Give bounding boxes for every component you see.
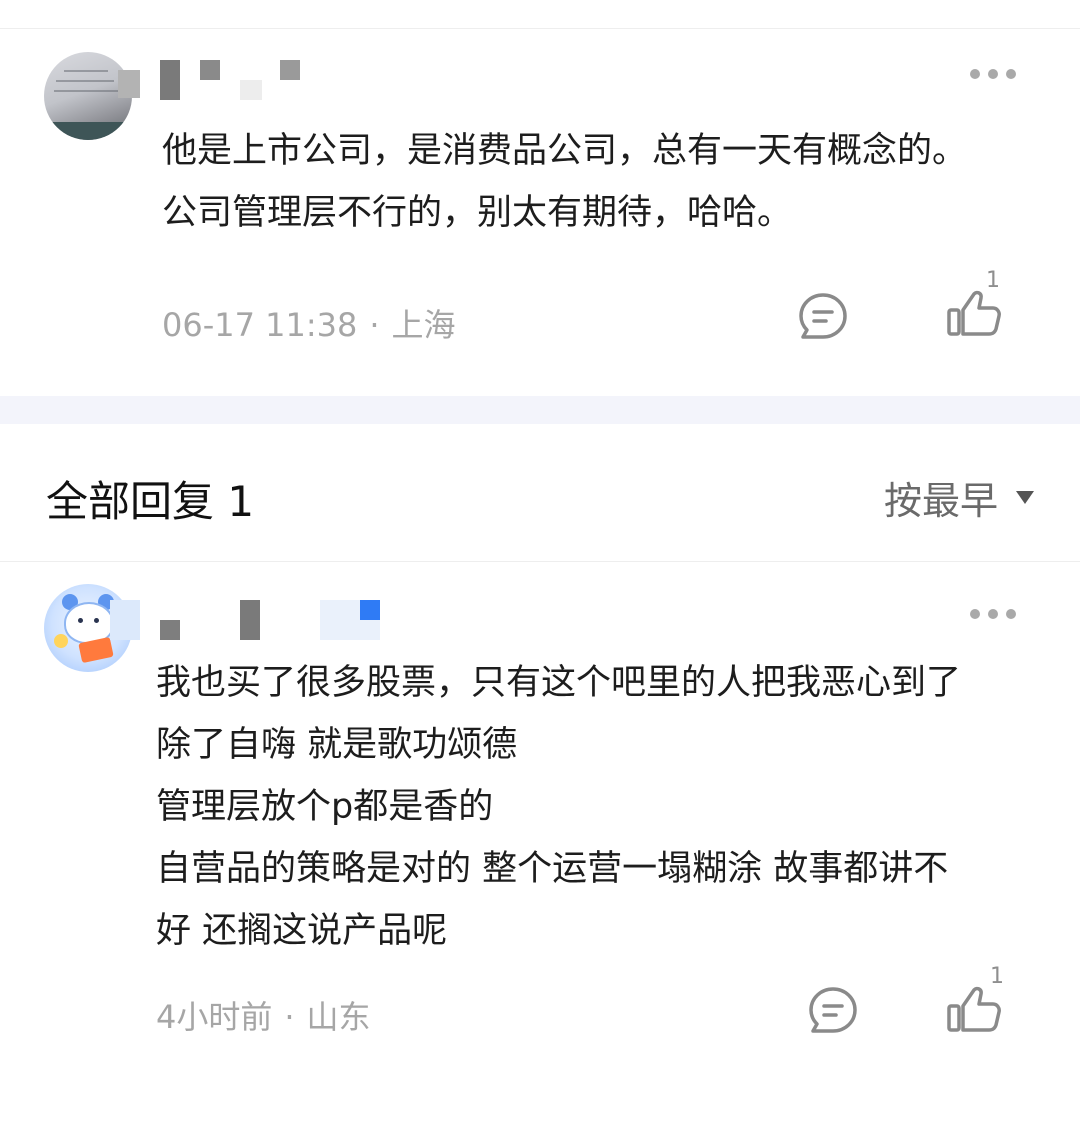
meta-separator: · [369, 306, 380, 344]
more-dots-icon [970, 69, 980, 79]
bear-eye [78, 618, 83, 623]
comment-bubble-icon [799, 293, 847, 339]
reply-button[interactable] [808, 986, 858, 1040]
header-divider [0, 561, 1080, 562]
bear-eye [94, 618, 99, 623]
comment-meta: 06-17 11:38 · 上海 [162, 300, 456, 346]
meta-separator: · [284, 998, 295, 1036]
coin-icon [54, 634, 68, 648]
like-count: 1 [986, 268, 1000, 293]
thumbs-up-icon [947, 986, 1001, 1032]
reply-time: 4小时前 [156, 998, 273, 1036]
comment-line: 公司管理层不行的，别太有期待，哈哈。 [162, 193, 793, 233]
like-count: 1 [990, 964, 1004, 989]
comment-time: 06-17 11:38 [162, 306, 358, 344]
sort-dropdown[interactable]: 按最早 [884, 470, 1035, 525]
more-options-button[interactable] [970, 604, 1016, 624]
reply-line: 好 还搁这说产品呢 [156, 911, 448, 951]
sort-label: 按最早 [884, 479, 999, 523]
reply-text: 我也买了很多股票，只有这个吧里的人把我恶心到了 除了自嗨 就是歌功颂德 管理层放… [156, 652, 961, 962]
section-divider [0, 396, 1080, 424]
comment-location: 上海 [391, 306, 456, 344]
more-dots-icon [970, 609, 980, 619]
reply-button[interactable] [798, 292, 848, 346]
comment-text: 他是上市公司，是消费品公司，总有一天有概念的。 公司管理层不行的，别太有期待，哈… [162, 120, 967, 244]
reply-meta: 4小时前 · 山东 [156, 992, 371, 1038]
reply-line: 我也买了很多股票，只有这个吧里的人把我恶心到了 [156, 663, 962, 703]
reply-line: 管理层放个p都是香的 [156, 787, 494, 827]
reply-line: 自营品的策略是对的 整个运营一塌糊涂 故事都讲不 [156, 849, 949, 889]
comment-bubble-icon [809, 987, 857, 1033]
thumbs-up-icon [947, 290, 1001, 336]
like-button[interactable] [944, 984, 1002, 1038]
reply-line: 除了自嗨 就是歌功颂德 [156, 725, 518, 765]
more-options-button[interactable] [970, 64, 1016, 84]
like-button[interactable] [944, 288, 1002, 342]
top-divider [0, 28, 1080, 29]
reply-location: 山东 [306, 998, 371, 1036]
caret-down-icon [1016, 491, 1035, 504]
comment-line: 他是上市公司，是消费品公司，总有一天有概念的。 [162, 131, 968, 171]
replies-title: 全部回复 1 [46, 477, 255, 526]
